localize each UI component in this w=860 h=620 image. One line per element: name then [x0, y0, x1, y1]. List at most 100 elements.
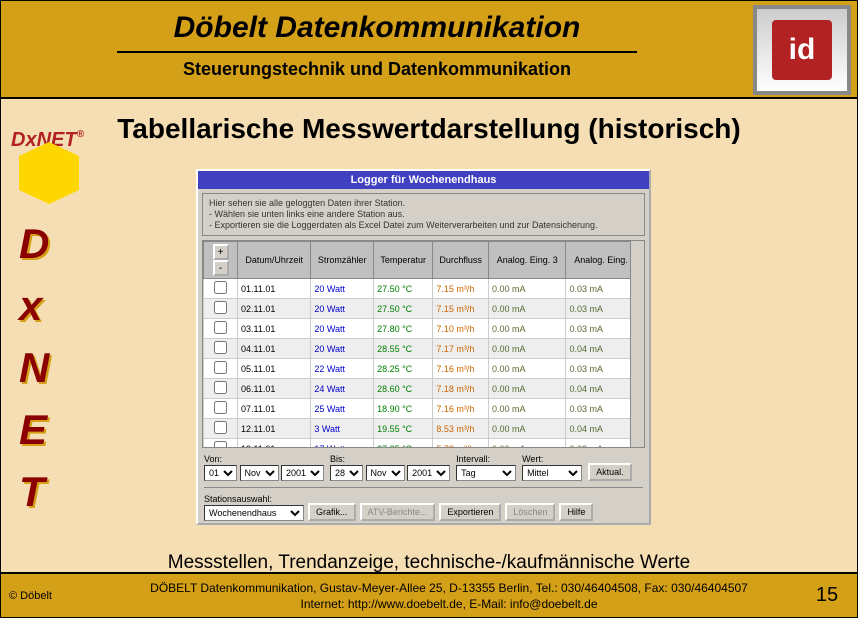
table-row[interactable]: 03.11.0120 Watt27.80 °C7.10 m³/h0.00 mA0… [204, 319, 644, 339]
header-subtitle: Steuerungstechnik und Datenkommunikation [1, 59, 753, 80]
cell-flow: 7.16 m³/h [433, 399, 489, 419]
caption: Messstellen, Trendanzeige, technische-/k… [1, 552, 857, 574]
bis-day-select[interactable]: 28 [330, 465, 363, 481]
cell-date: 05.11.01 [238, 359, 311, 379]
col-temp[interactable]: Temperatur [374, 242, 433, 279]
row-checkbox[interactable] [214, 401, 227, 414]
table-row[interactable]: 07.11.0125 Watt18.90 °C7.16 m³/h0.00 mA0… [204, 399, 644, 419]
cell-a3: 0.00 mA [489, 439, 566, 449]
header: Döbelt Datenkommunikation Steuerungstech… [1, 1, 857, 99]
cell-watt: 20 Watt [311, 279, 374, 299]
label-bis: Bis: [330, 454, 345, 464]
cell-watt: 24 Watt [311, 379, 374, 399]
cell-temp: 19.55 °C [374, 419, 433, 439]
cell-date: 07.11.01 [238, 399, 311, 419]
table-row[interactable]: 05.11.0122 Watt28.25 °C7.16 m³/h0.00 mA0… [204, 359, 644, 379]
table-header-row: + - Datum/Uhrzeit Stromzähler Temperatur… [204, 242, 644, 279]
col-datum[interactable]: Datum/Uhrzeit [238, 242, 311, 279]
atv-button[interactable]: ATV-Berichte... [360, 503, 436, 521]
cell-temp: 27.80 °C [374, 319, 433, 339]
wert-select[interactable]: Mittel [522, 465, 582, 481]
info-box: Hier sehen sie alle geloggten Daten ihre… [202, 193, 645, 236]
cell-a3: 0.00 mA [489, 319, 566, 339]
cell-a3: 0.00 mA [489, 379, 566, 399]
cell-watt: 22 Watt [311, 359, 374, 379]
row-checkbox[interactable] [214, 301, 227, 314]
cell-flow: 7.16 m³/h [433, 359, 489, 379]
cell-temp: 18.90 °C [374, 399, 433, 419]
cell-a3: 0.00 mA [489, 339, 566, 359]
cell-temp: 28.60 °C [374, 379, 433, 399]
cell-temp: 28.25 °C [374, 359, 433, 379]
row-checkbox[interactable] [214, 321, 227, 334]
table-row[interactable]: 12.11.013 Watt19.55 °C8.53 m³/h0.00 mA0.… [204, 419, 644, 439]
cell-a3: 0.00 mA [489, 419, 566, 439]
row-checkbox[interactable] [214, 361, 227, 374]
table-row[interactable]: 04.11.0120 Watt28.55 °C7.17 m³/h0.00 mA0… [204, 339, 644, 359]
grafik-button[interactable]: Grafik... [308, 503, 356, 521]
content: DxNET® D x N E T Tabellarische Messwertd… [1, 113, 857, 586]
copyright: © Döbelt [1, 590, 101, 602]
expand-plus-button[interactable]: + [213, 244, 229, 260]
page-number: 15 [797, 584, 857, 607]
row-checkbox[interactable] [214, 281, 227, 294]
loeschen-button[interactable]: Löschen [505, 503, 555, 521]
slide: Döbelt Datenkommunikation Steuerungstech… [0, 0, 858, 618]
col-strom[interactable]: Stromzähler [311, 242, 374, 279]
aktual-button[interactable]: Aktual. [588, 463, 632, 481]
von-day-select[interactable]: 01 [204, 465, 237, 481]
table-row[interactable]: 19.11.0117 Watt27.85 °C5.73 m³/h0.00 mA0… [204, 439, 644, 449]
app-window: Logger für Wochenendhaus Hier sehen sie … [196, 169, 651, 525]
cell-date: 06.11.01 [238, 379, 311, 399]
cell-date: 19.11.01 [238, 439, 311, 449]
intervall-select[interactable]: Tag [456, 465, 516, 481]
cell-flow: 7.10 m³/h [433, 319, 489, 339]
col-durch[interactable]: Durchfluss [433, 242, 489, 279]
collapse-minus-button[interactable]: - [213, 260, 229, 276]
bis-month-select[interactable]: Nov [366, 465, 405, 481]
cell-flow: 8.53 m³/h [433, 419, 489, 439]
cell-date: 12.11.01 [238, 419, 311, 439]
export-button[interactable]: Exportieren [439, 503, 501, 521]
date-controls: Von: 01 Nov 2001 Bis: 28 Nov 2001 [198, 452, 649, 483]
table-row[interactable]: 06.11.0124 Watt28.60 °C7.18 m³/h0.00 mA0… [204, 379, 644, 399]
footer-text: DÖBELT Datenkommunikation, Gustav-Meyer-… [101, 580, 797, 612]
dxnet-vertical: D x N E T [19, 213, 49, 523]
hexagon-icon [19, 156, 79, 190]
label-von: Von: [204, 454, 222, 464]
page-title: Tabellarische Messwertdarstellung (histo… [1, 113, 857, 145]
bis-year-select[interactable]: 2001 [407, 465, 450, 481]
row-checkbox[interactable] [214, 381, 227, 394]
logo-icon: id [772, 20, 832, 80]
header-divider [117, 51, 637, 53]
footer: © Döbelt DÖBELT Datenkommunikation, Gust… [1, 572, 857, 617]
von-month-select[interactable]: Nov [240, 465, 279, 481]
cell-watt: 20 Watt [311, 339, 374, 359]
label-intervall: Intervall: [456, 454, 490, 464]
cell-watt: 20 Watt [311, 319, 374, 339]
side-brand: DxNET® [11, 129, 84, 190]
von-year-select[interactable]: 2001 [281, 465, 324, 481]
cell-a3: 0.00 mA [489, 399, 566, 419]
logo-frame: id [753, 5, 851, 95]
cell-date: 01.11.01 [238, 279, 311, 299]
cell-flow: 7.15 m³/h [433, 299, 489, 319]
row-checkbox[interactable] [214, 341, 227, 354]
header-text: Döbelt Datenkommunikation Steuerungstech… [1, 1, 753, 97]
cell-watt: 20 Watt [311, 299, 374, 319]
app-window-title: Logger für Wochenendhaus [198, 171, 649, 189]
cell-temp: 27.85 °C [374, 439, 433, 449]
label-wert: Wert: [522, 454, 543, 464]
cell-a3: 0.00 mA [489, 299, 566, 319]
station-select[interactable]: Wochenendhaus [204, 505, 304, 521]
row-checkbox[interactable] [214, 441, 227, 448]
scrollbar-vertical[interactable] [630, 241, 644, 447]
row-checkbox[interactable] [214, 421, 227, 434]
table-row[interactable]: 02.11.0120 Watt27.50 °C7.15 m³/h0.00 mA0… [204, 299, 644, 319]
col-a3[interactable]: Analog. Eing. 3 [489, 242, 566, 279]
header-title: Döbelt Datenkommunikation [1, 11, 753, 45]
table-row[interactable]: 01.11.0120 Watt27.50 °C7.15 m³/h0.00 mA0… [204, 279, 644, 299]
cell-flow: 7.18 m³/h [433, 379, 489, 399]
hilfe-button[interactable]: Hilfe [559, 503, 593, 521]
cell-flow: 5.73 m³/h [433, 439, 489, 449]
